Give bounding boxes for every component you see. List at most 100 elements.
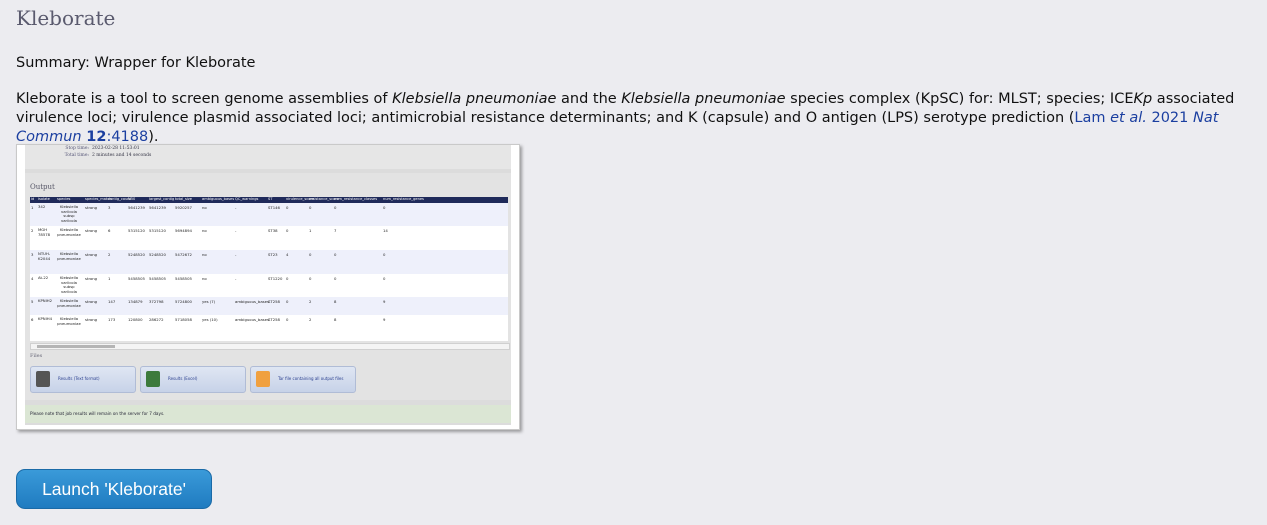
table-cell: 0 — [309, 252, 312, 257]
archive-file-icon — [256, 371, 270, 387]
table-cell: strong — [85, 276, 98, 281]
table-row: 2 MGH 78578 Klebsiella pneumoniae strong 6 53… — [30, 226, 508, 250]
results-table: id isolate species species_match contig_coun… — [30, 197, 508, 341]
table-cell: 5 — [31, 299, 34, 304]
table-row: 5 KPNIH2 Klebsiella pneumoniae strong 147 134… — [30, 297, 508, 315]
table-cell: 0 — [383, 252, 386, 257]
table-cell: ST1220 — [268, 276, 283, 281]
table-cell: 9 — [383, 299, 386, 304]
tool-description: Kleborate is a tool to screen genome ass… — [16, 91, 1235, 145]
table-cell: - — [235, 276, 237, 281]
scrollbar-thumb[interactable] — [37, 345, 115, 348]
table-cell: 3 — [108, 205, 111, 210]
column-header[interactable]: largest_contig — [149, 197, 174, 201]
table-cell: 5694894 — [175, 228, 192, 233]
table-cell: strong — [85, 299, 98, 304]
table-cell: 1 — [31, 205, 34, 210]
table-cell: NTUH-K2044 — [38, 251, 51, 261]
column-header[interactable]: num_resistance_genes — [383, 197, 424, 201]
table-cell: 6 — [108, 228, 111, 233]
table-cell: 0 — [309, 205, 312, 210]
table-cell: 2 — [31, 228, 34, 233]
table-cell: 2 — [309, 317, 312, 322]
table-cell: 5641239 — [128, 205, 145, 210]
table-cell: MGH 78578 — [38, 227, 51, 237]
table-cell: strong — [85, 228, 98, 233]
table-cell: 0 — [286, 317, 289, 322]
excel-file-icon — [146, 371, 160, 387]
table-cell: 342 — [38, 204, 46, 209]
table-cell: Klebsiella variicola subsp variicola — [59, 204, 79, 223]
table-cell: 0 — [286, 299, 289, 304]
column-header[interactable]: isolate — [38, 197, 50, 201]
table-cell: 5920257 — [175, 205, 192, 210]
table-cell: 0 — [334, 276, 337, 281]
table-cell: no — [202, 276, 207, 281]
table-cell: ST146 — [268, 205, 280, 210]
table-cell: strong — [85, 205, 98, 210]
table-cell: KPNIH4 — [38, 316, 53, 321]
table-cell: 0 — [286, 276, 289, 281]
table-cell: 0 — [286, 205, 289, 210]
table-cell: 5315120 — [128, 228, 145, 233]
table-cell: strong — [85, 252, 98, 257]
table-cell: yes (10) — [202, 317, 218, 322]
table-cell: 5724800 — [175, 299, 192, 304]
column-header[interactable]: species — [57, 197, 70, 201]
table-cell: ST23 — [268, 252, 278, 257]
download-excel-button[interactable]: Results (Excel) — [140, 366, 246, 393]
column-header[interactable]: N50 — [128, 197, 135, 201]
download-tar-button[interactable]: Tar file containing all output files — [250, 366, 356, 393]
table-cell: no — [202, 205, 207, 210]
table-cell: 5458505 — [149, 276, 166, 281]
table-cell: 0 — [383, 276, 386, 281]
table-cell: ambiguous_bases — [235, 317, 269, 322]
table-cell: 120800 — [128, 317, 143, 322]
files-heading: Files — [30, 353, 43, 359]
table-cell: no — [202, 228, 207, 233]
column-header[interactable]: ambiguous_bases — [202, 197, 234, 201]
table-cell: 5458505 — [128, 276, 145, 281]
table-row: 3 NTUH-K2044 Klebsiella pneumoniae strong 2 5… — [30, 250, 508, 274]
page-title: Kleborate — [16, 6, 116, 30]
output-heading: Output — [30, 183, 55, 191]
table-cell: 0 — [334, 252, 337, 257]
table-cell: 173 — [108, 317, 116, 322]
download-text-button[interactable]: Results (Text format) — [30, 366, 136, 393]
table-cell: 5472672 — [175, 252, 192, 257]
table-row: 4 At-22 Klebsiella variicola subsp variico… — [30, 274, 508, 297]
table-cell: 9 — [383, 317, 386, 322]
output-panel: Output id isolate species species_match cont… — [25, 173, 511, 400]
column-header[interactable]: ST — [268, 197, 272, 201]
table-cell: 372798 — [149, 299, 164, 304]
table-cell: 0 — [334, 205, 337, 210]
table-cell: strong — [85, 317, 98, 322]
table-cell: 4 — [286, 252, 289, 257]
table-cell: 1 — [108, 276, 111, 281]
table-cell: 5248520 — [149, 252, 166, 257]
table-cell: 8 — [334, 317, 337, 322]
table-cell: yes (7) — [202, 299, 216, 304]
table-row: 6 KPNIH4 Klebsiella pneumoniae strong 173 120… — [30, 315, 508, 335]
table-cell: 1 — [309, 228, 312, 233]
table-cell: 2 — [108, 252, 111, 257]
column-header[interactable]: num_resistance_classes — [334, 197, 377, 201]
horizontal-scrollbar[interactable] — [30, 343, 510, 350]
summary-text: Summary: Wrapper for Kleborate — [16, 55, 256, 71]
column-header[interactable]: QC_warnings — [235, 197, 258, 201]
column-header[interactable]: id — [31, 197, 34, 201]
table-cell: 14 — [383, 228, 388, 233]
table-cell: At-22 — [38, 275, 49, 280]
table-cell: Klebsiella pneumoniae — [57, 251, 81, 261]
text-file-icon — [36, 371, 50, 387]
table-cell: 0 — [286, 228, 289, 233]
example-output-screenshot: Stop time: 2023-02-28 11:53:01 Total time… — [16, 144, 520, 430]
table-cell: ambiguous_bases — [235, 299, 269, 304]
retention-note: Please note that job results will remain… — [25, 405, 511, 423]
launch-kleborate-button[interactable]: Launch 'Kleborate' — [16, 469, 212, 509]
table-cell: 134879 — [128, 299, 143, 304]
table-cell: 147 — [108, 299, 116, 304]
table-cell: 5718058 — [175, 317, 192, 322]
column-header[interactable]: total_size — [175, 197, 192, 201]
table-cell: Klebsiella variicola subsp variicola — [59, 275, 79, 294]
